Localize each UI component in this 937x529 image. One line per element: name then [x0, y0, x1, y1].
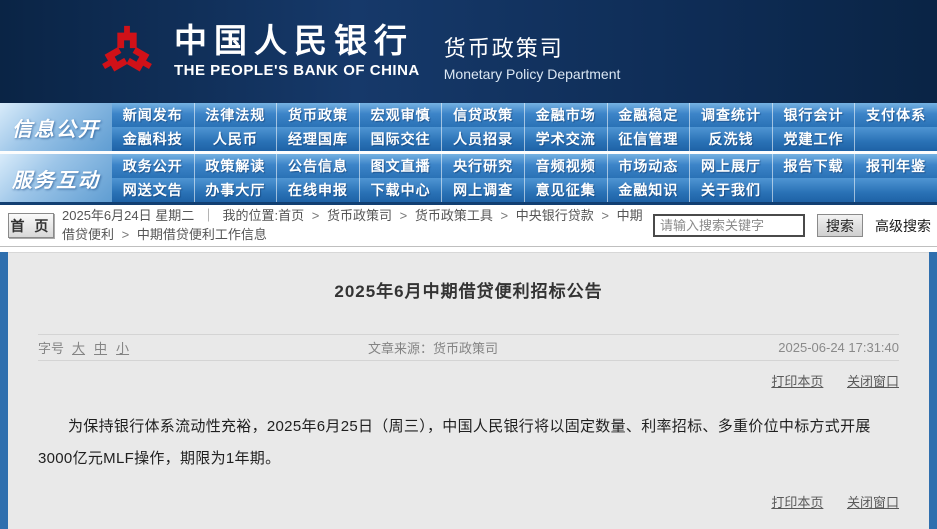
- bank-name-english: THE PEOPLE'S BANK OF CHINA: [174, 62, 420, 79]
- nav-item-audio-video[interactable]: 音频视频: [525, 154, 608, 178]
- breadcrumb-separator: >: [312, 208, 320, 223]
- department-title: 货币政策司 Monetary Policy Department: [444, 21, 621, 82]
- location-label: 我的位置:: [223, 208, 279, 223]
- nav-item-fintech[interactable]: 金融科技: [112, 127, 195, 151]
- breadcrumb-divider: ｜: [202, 208, 215, 223]
- font-size-small-link[interactable]: 小: [116, 338, 129, 357]
- source-label: 文章来源：: [368, 341, 433, 356]
- nav-item-solicit-opinions[interactable]: 意见征集: [525, 178, 608, 202]
- nav-item-service-hall[interactable]: 办事大厅: [195, 178, 278, 202]
- nav-item-market-dynamics[interactable]: 市场动态: [608, 154, 691, 178]
- nav-item-online-survey[interactable]: 网上调查: [442, 178, 525, 202]
- article-actions-bottom: 打印本页 关闭窗口: [38, 492, 899, 510]
- nav-item-macroprudential[interactable]: 宏观审慎: [360, 103, 443, 127]
- publish-timestamp: 2025-06-24 17:31:40: [778, 340, 899, 355]
- nav-item-treasury[interactable]: 经理国库: [277, 127, 360, 151]
- home-button[interactable]: 首 页: [8, 213, 54, 238]
- nav-item-gov-disclosure[interactable]: 政务公开: [112, 154, 195, 178]
- bank-name-chinese: 中国人民银行: [174, 24, 420, 60]
- nav-item-announcements[interactable]: 公告信息: [277, 154, 360, 178]
- search-button[interactable]: 搜索: [817, 214, 863, 237]
- breadcrumb: 2025年6月24日 星期二 ｜ 我的位置:首页 > 货币政策司 > 货币政策工…: [62, 207, 653, 245]
- bank-brand: 中国人民银行 THE PEOPLE'S BANK OF CHINA: [174, 24, 420, 79]
- nav-item-download-center[interactable]: 下载中心: [360, 178, 443, 202]
- nav-item-report-download[interactable]: 报告下载: [773, 154, 856, 178]
- department-name-chinese: 货币政策司: [444, 31, 621, 63]
- current-date: 2025年6月24日 星期二: [62, 208, 194, 223]
- font-size-large-link[interactable]: 大: [72, 338, 85, 357]
- nav-item-policy-interpretation[interactable]: 政策解读: [195, 154, 278, 178]
- nav-item-credit-policy[interactable]: 信贷政策: [442, 103, 525, 127]
- close-window-link[interactable]: 关闭窗口: [847, 374, 899, 389]
- nav-item-web-documents[interactable]: 网送文告: [112, 178, 195, 202]
- nav-section-service-interaction: 服务互动 政务公开 政策解读 公告信息 图文直播 央行研究 音频视频 市场动态 …: [0, 154, 937, 202]
- close-window-link[interactable]: 关闭窗口: [847, 495, 899, 510]
- article-container: 2025年6月中期借贷便利招标公告 字号 大 中 小 文章来源：货币政策司 20…: [0, 252, 937, 529]
- article-title: 2025年6月中期借贷便利招标公告: [38, 277, 899, 302]
- nav-item-financial-knowledge[interactable]: 金融知识: [608, 178, 691, 202]
- advanced-search-link[interactable]: 高级搜索: [875, 216, 931, 236]
- print-page-link[interactable]: 打印本页: [771, 495, 823, 510]
- nav-item-live-broadcast[interactable]: 图文直播: [360, 154, 443, 178]
- nav-item-news[interactable]: 新闻发布: [112, 103, 195, 127]
- search-group: 搜索 高级搜索: [653, 214, 931, 237]
- nav-section-info-disclosure: 信息公开 新闻发布 法律法规 货币政策 宏观审慎 信贷政策 金融市场 金融稳定 …: [0, 103, 937, 151]
- nav-item-periodicals[interactable]: 报刊年鉴: [855, 154, 937, 178]
- nav-item-bank-accounting[interactable]: 银行会计: [773, 103, 856, 127]
- nav-item-financial-stability[interactable]: 金融稳定: [608, 103, 691, 127]
- nav-section-label-service-interaction: 服务互动: [0, 154, 112, 202]
- article-meta-bar: 字号 大 中 小 文章来源：货币政策司 2025-06-24 17:31:40: [38, 334, 899, 361]
- nav-item-renminbi[interactable]: 人民币: [195, 127, 278, 151]
- nav-item-payment-system[interactable]: 支付体系: [855, 103, 937, 127]
- nav-item-empty: [855, 127, 937, 151]
- nav-item-academic-exchange[interactable]: 学术交流: [525, 127, 608, 151]
- nav-item-credit-reference[interactable]: 征信管理: [608, 127, 691, 151]
- nav-item-anti-money-laundering[interactable]: 反洗钱: [690, 127, 773, 151]
- font-size-medium-link[interactable]: 中: [94, 338, 107, 357]
- main-navigation: 信息公开 新闻发布 法律法规 货币政策 宏观审慎 信贷政策 金融市场 金融稳定 …: [0, 103, 937, 205]
- breadcrumb-item-tools[interactable]: 货币政策工具: [415, 208, 493, 223]
- pboc-logo-icon: [98, 23, 156, 81]
- nav-item-online-gallery[interactable]: 网上展厅: [690, 154, 773, 178]
- nav-item-empty: [773, 178, 856, 202]
- font-size-label: 字号: [38, 338, 64, 357]
- nav-item-central-bank-research[interactable]: 央行研究: [442, 154, 525, 178]
- breadcrumb-separator: >: [601, 208, 609, 223]
- source-value: 货币政策司: [433, 341, 498, 356]
- nav-item-recruitment[interactable]: 人员招录: [442, 127, 525, 151]
- breadcrumb-separator: >: [122, 227, 130, 242]
- article-body: 为保持银行体系流动性充裕，2025年6月25日（周三），中国人民银行将以固定数量…: [38, 411, 899, 476]
- breadcrumb-bar: 首 页 2025年6月24日 星期二 ｜ 我的位置:首页 > 货币政策司 > 货…: [0, 205, 937, 247]
- nav-item-empty: [855, 178, 937, 202]
- nav-item-online-filing[interactable]: 在线申报: [277, 178, 360, 202]
- content-top-rule: [8, 252, 929, 253]
- breadcrumb-separator: >: [500, 208, 508, 223]
- nav-item-survey-statistics[interactable]: 调查统计: [690, 103, 773, 127]
- article-actions-top: 打印本页 关闭窗口: [38, 371, 899, 389]
- breadcrumb-item-dept[interactable]: 货币政策司: [327, 208, 392, 223]
- pboc-page: 中国人民银行 THE PEOPLE'S BANK OF CHINA 货币政策司 …: [0, 0, 937, 529]
- nav-item-about-us[interactable]: 关于我们: [690, 178, 773, 202]
- breadcrumb-item-mlf-info[interactable]: 中期借贷便利工作信息: [137, 227, 267, 242]
- breadcrumb-item-home[interactable]: 首页: [278, 208, 304, 223]
- site-header: 中国人民银行 THE PEOPLE'S BANK OF CHINA 货币政策司 …: [0, 0, 937, 103]
- nav-item-financial-market[interactable]: 金融市场: [525, 103, 608, 127]
- nav-item-monetary-policy[interactable]: 货币政策: [277, 103, 360, 127]
- nav-item-laws[interactable]: 法律法规: [195, 103, 278, 127]
- department-name-english: Monetary Policy Department: [444, 66, 621, 82]
- breadcrumb-item-central-bank-loans[interactable]: 中央银行贷款: [516, 208, 594, 223]
- print-page-link[interactable]: 打印本页: [771, 374, 823, 389]
- search-input[interactable]: [653, 214, 805, 237]
- nav-section-label-info-disclosure: 信息公开: [0, 103, 112, 151]
- nav-item-party-building[interactable]: 党建工作: [773, 127, 856, 151]
- breadcrumb-separator: >: [400, 208, 408, 223]
- nav-item-international[interactable]: 国际交往: [360, 127, 443, 151]
